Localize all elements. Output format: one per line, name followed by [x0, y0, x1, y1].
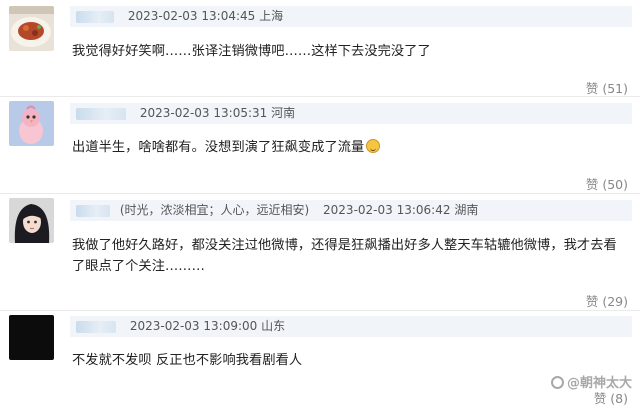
divider — [0, 193, 640, 194]
comment-header: (时光，浓淡相宜；人心，远近相安) 2023-02-03 13:06:42 湖南 — [70, 200, 632, 221]
watermark-logo-icon — [550, 376, 564, 389]
comment-text: 我觉得好好笑啊……张译注销微博吧……这样下去没完没了了 — [72, 44, 431, 59]
comment-header: 2023-02-03 13:05:31 河南 — [70, 103, 632, 124]
divider — [0, 310, 640, 311]
black-avatar[interactable] — [9, 315, 54, 360]
user-name-blurred[interactable] — [76, 107, 126, 120]
comment-text: 我做了他好久路好，都没关注过他微博，还得是狂飙播出好多人整天车轱辘他微博，我才去… — [72, 238, 617, 274]
like-button[interactable]: 赞 (50) — [586, 174, 628, 193]
anime-character-avatar[interactable] — [9, 198, 54, 243]
user-nickname[interactable]: (时光，浓淡相宜；人心，远近相安) — [120, 203, 309, 217]
comment-text-wrapper: 出道半生，啥啥都有。没想到演了狂飙变成了流量 — [72, 137, 630, 158]
comment-location: 上海 — [259, 9, 284, 23]
user-name-blurred[interactable] — [76, 320, 116, 333]
pink-bird-avatar[interactable] — [9, 101, 54, 146]
user-name-blurred[interactable] — [76, 204, 110, 217]
like-button[interactable]: 赞 (29) — [586, 291, 628, 310]
laughing-emoji-icon — [366, 139, 381, 153]
watermark-text: @朝神太大 — [566, 376, 632, 391]
comment-location: 湖南 — [454, 203, 479, 217]
user-name-blurred[interactable] — [76, 10, 114, 23]
comment-text: 出道半生，啥啥都有。没想到演了狂飙变成了流量 — [72, 140, 365, 155]
comment-timestamp: 2023-02-03 13:05:31 — [139, 106, 268, 120]
comment-timestamp: 2023-02-03 13:06:42 — [323, 203, 451, 217]
like-button[interactable]: 赞 (51) — [586, 78, 628, 97]
comment-location: 河南 — [271, 106, 296, 120]
watermark: @朝神太大 — [550, 372, 632, 391]
comment-timestamp: 2023-02-03 13:04:45 — [127, 9, 256, 23]
comment-header: 2023-02-03 13:04:45 上海 — [70, 6, 632, 27]
divider — [0, 96, 640, 97]
food-dish-avatar[interactable] — [9, 6, 54, 51]
comment-location: 山东 — [261, 319, 286, 333]
comment-timestamp: 2023-02-03 13:09:00 — [129, 319, 258, 333]
comment-text: 不发就不发呗 反正也不影响我看剧看人 — [72, 353, 303, 368]
comment-header: 2023-02-03 13:09:00 山东 — [70, 316, 632, 337]
